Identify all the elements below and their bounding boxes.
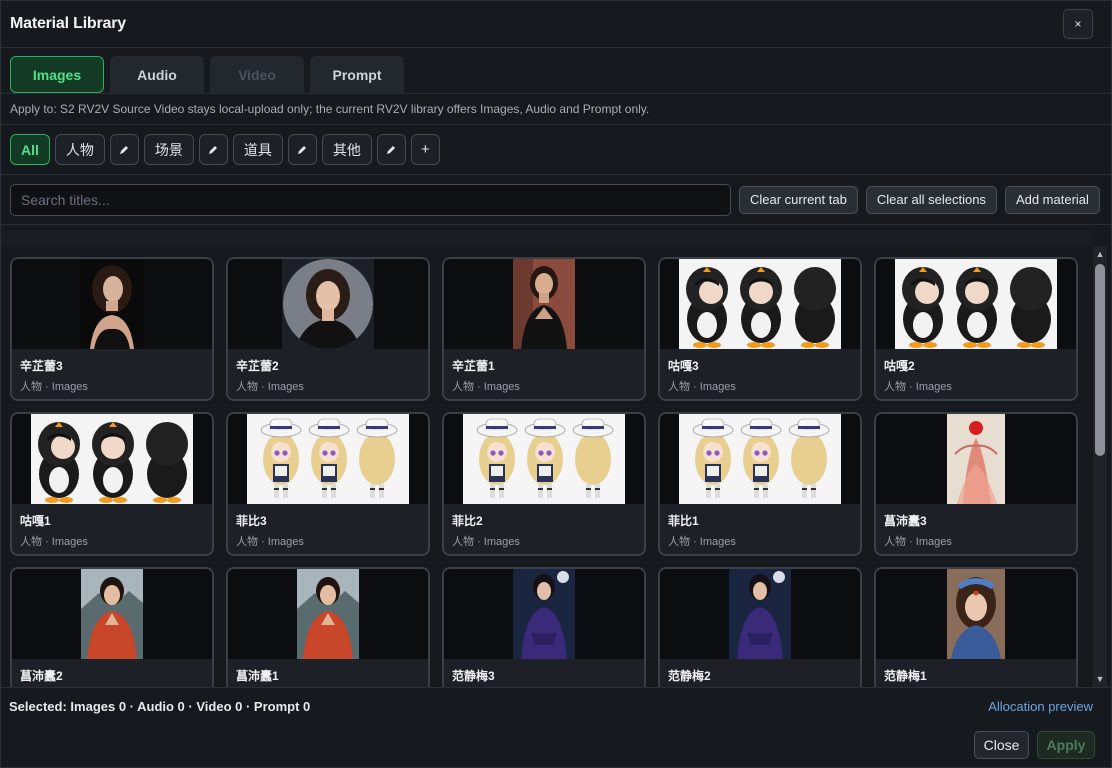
material-title: 菖沛蠹3 <box>884 514 927 528</box>
scroll-up-arrow-icon[interactable]: ▲ <box>1095 249 1105 259</box>
dialog-title: Material Library <box>10 15 126 32</box>
edit-pencil-icon[interactable] <box>287 134 317 165</box>
edit-pencil-icon[interactable] <box>376 134 406 165</box>
material-meta: 人物 · Images <box>20 381 88 393</box>
material-title: 咕嘎2 <box>884 359 915 373</box>
search-toolbar: Clear current tab Clear all selections A… <box>1 175 1111 225</box>
material-card[interactable]: 咕嘎3 人物 · Images <box>658 257 862 401</box>
grid-top-spacer <box>1 231 1093 246</box>
material-card[interactable]: 咕嘎1 人物 · Images <box>10 412 214 556</box>
search-input[interactable] <box>10 183 731 216</box>
material-thumbnail <box>444 259 644 349</box>
material-thumbnail <box>444 569 644 659</box>
material-library-dialog: Material Library × Images Audio Video Pr… <box>0 0 1112 768</box>
tab-audio[interactable]: Audio <box>110 56 204 93</box>
close-button[interactable]: Close <box>974 731 1029 759</box>
material-card[interactable]: 辛芷蕾1 人物 · Images <box>442 257 646 401</box>
scroll-down-arrow-icon[interactable]: ▼ <box>1095 674 1105 684</box>
material-thumbnail <box>228 414 428 504</box>
material-title: 范静梅1 <box>884 669 927 683</box>
material-card[interactable]: 菖沛蠹3 人物 · Images <box>874 412 1078 556</box>
edit-pencil-icon[interactable] <box>109 134 139 165</box>
clear-current-tab-button[interactable]: Clear current tab <box>739 185 858 214</box>
category-all[interactable]: All <box>10 134 50 165</box>
material-title: 辛芷蕾2 <box>236 359 279 373</box>
material-card[interactable]: 范静梅1人物 · Images <box>874 567 1078 687</box>
material-meta: 人物 · Images <box>452 536 520 548</box>
material-card[interactable]: 咕嘎2 人物 · Images <box>874 257 1078 401</box>
material-thumbnail <box>876 414 1076 504</box>
material-thumbnail <box>12 569 212 659</box>
material-card[interactable]: 菖沛蠹2人物 · Images <box>10 567 214 687</box>
material-title: 菖沛蠹2 <box>20 669 63 683</box>
material-thumbnail <box>660 259 860 349</box>
apply-button[interactable]: Apply <box>1037 731 1095 759</box>
material-grid-viewport: 辛芷蕾3 人物 · Images 辛芷蕾2 人物 · Images 辛芷蕾1 人物 · I… <box>1 246 1093 687</box>
material-meta: 人物 · Images <box>236 536 304 548</box>
tab-images[interactable]: Images <box>10 56 104 93</box>
material-title: 咕嘎1 <box>20 514 51 528</box>
category-other[interactable]: 其他 <box>321 134 372 165</box>
add-category-button[interactable]: + <box>410 134 440 165</box>
category-scene[interactable]: 场景 <box>143 134 194 165</box>
category-props[interactable]: 道具 <box>232 134 283 165</box>
material-title: 范静梅3 <box>452 669 495 683</box>
material-card[interactable]: 菲比2 人物 · Images <box>442 412 646 556</box>
material-title: 菲比3 <box>236 514 267 528</box>
selection-summary: Selected: Images 0 · Audio 0 · Video 0 ·… <box>9 699 311 714</box>
material-title: 辛芷蕾1 <box>452 359 495 373</box>
material-title: 范静梅2 <box>668 669 711 683</box>
material-card[interactable]: 菖沛蠹1人物 · Images <box>226 567 430 687</box>
material-thumbnail <box>660 569 860 659</box>
material-title: 咕嘎3 <box>668 359 699 373</box>
material-title: 辛芷蕾3 <box>20 359 63 373</box>
category-filter-bar: All 人物 场景 道具 其他 + <box>1 125 1111 175</box>
material-card[interactable]: 辛芷蕾2 人物 · Images <box>226 257 430 401</box>
material-card[interactable]: 菲比1 人物 · Images <box>658 412 862 556</box>
material-card[interactable]: 菲比3 人物 · Images <box>226 412 430 556</box>
category-people[interactable]: 人物 <box>54 134 105 165</box>
material-meta: 人物 · Images <box>668 536 736 548</box>
dialog-header: Material Library × <box>1 1 1111 48</box>
close-icon[interactable]: × <box>1063 9 1093 39</box>
edit-pencil-icon[interactable] <box>198 134 228 165</box>
material-meta: 人物 · Images <box>452 381 520 393</box>
clear-all-selections-button[interactable]: Clear all selections <box>865 185 997 214</box>
material-meta: 人物 · Images <box>668 381 736 393</box>
material-thumbnail <box>876 569 1076 659</box>
material-thumbnail <box>660 414 860 504</box>
grid-scrollbar[interactable]: ▲ ▼ <box>1093 246 1107 687</box>
material-grid: 辛芷蕾3 人物 · Images 辛芷蕾2 人物 · Images 辛芷蕾1 人物 · I… <box>10 257 1078 687</box>
material-title: 菲比1 <box>668 514 699 528</box>
dialog-footer: Selected: Images 0 · Audio 0 · Video 0 ·… <box>1 687 1112 768</box>
allocation-preview-link[interactable]: Allocation preview <box>988 699 1093 714</box>
material-thumbnail <box>444 414 644 504</box>
material-thumbnail <box>12 414 212 504</box>
type-tabs: Images Audio Video Prompt <box>1 48 1111 94</box>
scrollbar-thumb[interactable] <box>1095 264 1105 456</box>
material-card[interactable]: 范静梅3人物 · Images <box>442 567 646 687</box>
material-card[interactable]: 辛芷蕾3 人物 · Images <box>10 257 214 401</box>
material-title: 菲比2 <box>452 514 483 528</box>
material-thumbnail <box>12 259 212 349</box>
add-material-button[interactable]: Add material <box>1004 185 1100 214</box>
material-thumbnail <box>228 569 428 659</box>
material-thumbnail <box>228 259 428 349</box>
material-meta: 人物 · Images <box>20 536 88 548</box>
material-title: 菖沛蠹1 <box>236 669 279 683</box>
material-card[interactable]: 范静梅2人物 · Images <box>658 567 862 687</box>
tab-prompt[interactable]: Prompt <box>310 56 404 93</box>
material-meta: 人物 · Images <box>236 381 304 393</box>
apply-note: Apply to: S2 RV2V Source Video stays loc… <box>1 94 1111 125</box>
material-thumbnail <box>876 259 1076 349</box>
material-meta: 人物 · Images <box>884 381 952 393</box>
tab-video: Video <box>210 56 304 93</box>
material-meta: 人物 · Images <box>884 536 952 548</box>
